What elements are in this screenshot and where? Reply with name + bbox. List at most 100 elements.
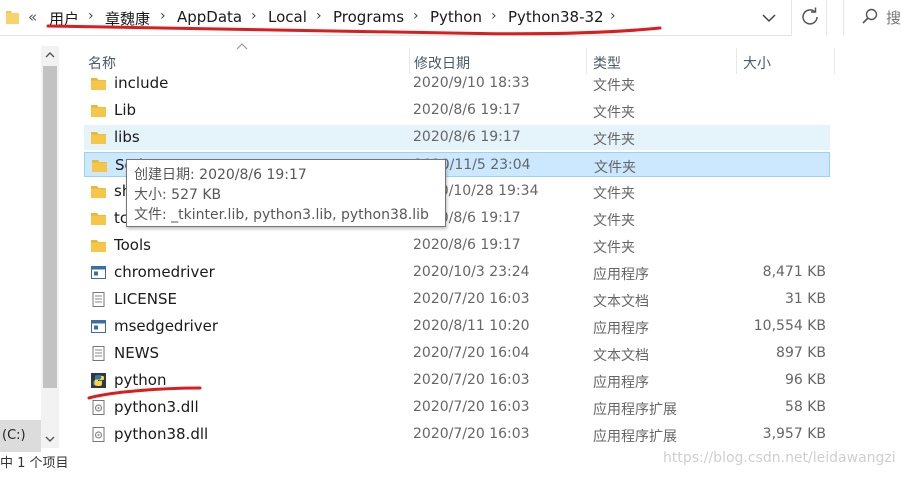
- tooltip-created: 创建日期: 2020/8/6 19:17: [134, 167, 307, 183]
- status-bar-text: 中 1 个项目: [0, 456, 69, 471]
- dll-icon: [91, 400, 106, 415]
- file-date: 2020/10/3 23:24: [413, 264, 530, 280]
- folder-icon: [91, 103, 106, 118]
- file-type: 文本文档: [593, 294, 649, 310]
- file-name: Lib: [114, 101, 137, 119]
- overflow-chevrons[interactable]: «: [28, 8, 37, 26]
- file-row[interactable]: python38.dll 2020/7/20 16:03 应用程序扩展 3,957 K…: [84, 422, 830, 447]
- file-date: 2020/9/10 18:33: [413, 75, 530, 91]
- file-row[interactable]: Lib 2020/8/6 19:17 文件夹: [84, 98, 830, 123]
- file-date: 2020/7/20 16:03: [413, 372, 530, 388]
- file-name: libs: [114, 128, 140, 146]
- file-size: 96 KB: [784, 372, 826, 388]
- chevron-right-icon[interactable]: ›: [251, 8, 257, 24]
- file-name: LICENSE: [114, 290, 177, 308]
- sort-ascending-icon: [236, 43, 248, 50]
- scroll-thumb[interactable]: [43, 66, 57, 388]
- file-name: NEWS: [114, 344, 160, 362]
- search-placeholder: 搜: [886, 9, 901, 27]
- file-row[interactable]: python 2020/7/20 16:03 应用程序 96 KB: [84, 368, 830, 393]
- text-file-icon: [91, 346, 106, 361]
- file-row[interactable]: LICENSE 2020/7/20 16:03 文本文档 31 KB: [84, 287, 830, 312]
- search-icon: [862, 8, 878, 24]
- exe-icon: [91, 319, 106, 334]
- breadcrumb-python[interactable]: Python: [430, 8, 482, 26]
- refresh-icon[interactable]: [800, 6, 820, 28]
- file-date: 2020/8/6 19:17: [413, 102, 521, 118]
- folder-icon: [91, 130, 106, 145]
- address-bar[interactable]: « 用户 › 章魏康 › AppData › Local › Programs …: [0, 0, 792, 36]
- scroll-up-icon[interactable]: [41, 46, 59, 64]
- folder-icon: [91, 184, 106, 199]
- file-row[interactable]: libs 2020/8/6 19:17 文件夹: [84, 125, 830, 150]
- file-type: 文件夹: [593, 78, 635, 94]
- file-type: 文件夹: [594, 160, 636, 176]
- folder-icon: [6, 11, 19, 24]
- file-type: 文件夹: [593, 240, 635, 256]
- chevron-right-icon[interactable]: ›: [160, 8, 166, 24]
- file-name: msedgedriver: [114, 317, 219, 335]
- exe-icon: [91, 265, 106, 280]
- file-size: 3,957 KB: [762, 426, 826, 442]
- file-date: 2020/8/6 19:17: [413, 129, 521, 145]
- file-name: python38.dll: [114, 425, 209, 443]
- breadcrumb-users[interactable]: 用户: [49, 8, 79, 29]
- column-header-size[interactable]: 大小: [743, 53, 771, 73]
- file-row[interactable]: msedgedriver 2020/8/11 10:20 应用程序 10,554 KB: [84, 314, 830, 339]
- file-name: chromedriver: [114, 263, 215, 281]
- breadcrumb-programs[interactable]: Programs: [333, 8, 404, 26]
- file-type: 文件夹: [593, 213, 635, 229]
- chevron-right-icon[interactable]: ›: [413, 8, 419, 24]
- file-name: python3.dll: [114, 398, 199, 416]
- tooltip-size: 大小: 527 KB: [134, 187, 222, 203]
- file-type: 文件夹: [593, 186, 635, 202]
- file-date: 2020/7/20 16:03: [413, 399, 530, 415]
- chevron-down-icon[interactable]: [760, 9, 778, 27]
- breadcrumb-user[interactable]: 章魏康: [105, 8, 150, 29]
- folder-icon: [91, 211, 106, 226]
- breadcrumb-appdata[interactable]: AppData: [177, 8, 242, 26]
- python-icon: [91, 373, 106, 388]
- file-date: 2020/7/20 16:03: [413, 291, 530, 307]
- nav-scrollbar[interactable]: [41, 46, 59, 448]
- folder-icon: [92, 158, 107, 173]
- file-type: 应用程序扩展: [593, 402, 677, 418]
- file-row[interactable]: NEWS 2020/7/20 16:04 文本文档 897 KB: [84, 341, 830, 366]
- file-row[interactable]: Tools 2020/8/6 19:17 文件夹: [84, 233, 830, 258]
- file-type: 应用程序: [593, 375, 649, 391]
- breadcrumb-local[interactable]: Local: [268, 8, 307, 26]
- file-size: 58 KB: [784, 399, 826, 415]
- file-name: python: [114, 371, 167, 389]
- file-type: 应用程序: [593, 321, 649, 337]
- chevron-right-icon[interactable]: ›: [88, 8, 94, 24]
- file-date: 2020/8/11 10:20: [413, 318, 530, 334]
- column-header-type[interactable]: 类型: [593, 53, 621, 73]
- column-divider[interactable]: [834, 48, 835, 74]
- search-input[interactable]: 搜: [843, 0, 901, 35]
- column-header-name[interactable]: 名称: [88, 53, 116, 73]
- chevron-right-icon[interactable]: ›: [491, 8, 497, 24]
- chevron-right-icon[interactable]: ›: [610, 8, 616, 24]
- file-type: 应用程序: [593, 267, 649, 283]
- nav-item-drive-c[interactable]: (C:): [0, 420, 41, 452]
- file-size: 10,554 KB: [753, 318, 826, 334]
- file-row[interactable]: python3.dll 2020/7/20 16:03 应用程序扩展 58 KB: [84, 395, 830, 420]
- refresh-divider: [826, 0, 827, 35]
- file-size: 31 KB: [784, 291, 826, 307]
- chevron-right-icon[interactable]: ›: [316, 8, 322, 24]
- dll-icon: [91, 427, 106, 442]
- file-date: 2020/7/20 16:04: [413, 345, 530, 361]
- file-name: include: [114, 74, 169, 92]
- column-header-date[interactable]: 修改日期: [414, 53, 470, 73]
- tooltip-files: 文件: _tkinter.lib, python3.lib, python38.…: [134, 207, 429, 223]
- file-row[interactable]: chromedriver 2020/10/3 23:24 应用程序 8,471 KB: [84, 260, 830, 285]
- file-date: 2020/8/6 19:17: [413, 237, 521, 253]
- folder-icon: [91, 76, 106, 91]
- file-size: 8,471 KB: [762, 264, 826, 280]
- file-row[interactable]: include 2020/9/10 18:33 文件夹: [84, 71, 830, 96]
- drive-label: (C:): [2, 428, 26, 443]
- file-name: Tools: [114, 236, 151, 254]
- file-type: 文件夹: [593, 105, 635, 121]
- scroll-down-icon[interactable]: [41, 430, 59, 448]
- breadcrumb-python38-32[interactable]: Python38-32: [508, 8, 604, 26]
